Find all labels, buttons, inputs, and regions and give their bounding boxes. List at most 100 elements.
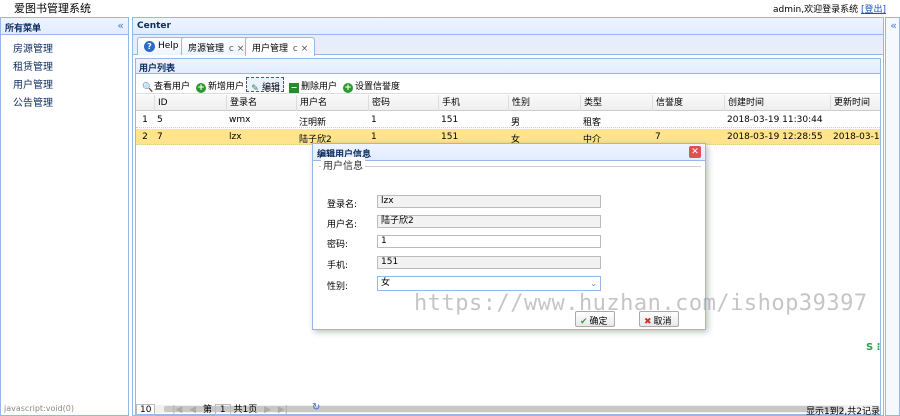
remove-icon: − <box>289 83 299 93</box>
add-user-button[interactable]: + 新增用户 <box>193 77 247 93</box>
sidebar: 所有菜单 « 房源管理 租赁管理 用户管理 公告管理 <box>0 17 129 416</box>
center-title: Center <box>137 21 171 31</box>
tab-users-label: 用户管理 <box>252 44 289 54</box>
first-page-icon[interactable]: |◀ <box>172 405 182 415</box>
col-phone[interactable]: 手机 <box>438 95 508 111</box>
tab-help-label: Help <box>158 41 179 51</box>
last-page-icon[interactable]: ▶| <box>278 405 288 415</box>
table-row[interactable]: 1 5 wmx 汪明新 1 151 男 租客 2018-03-19 11:30:… <box>136 112 880 128</box>
pencil-icon: ✎ <box>251 84 259 94</box>
row-number: 1 <box>142 115 148 125</box>
logout-link[interactable]: [登出] <box>861 5 886 15</box>
help-icon: ? <box>144 41 155 52</box>
name-label: 用户名: <box>327 220 358 230</box>
col-credit[interactable]: 信誉度 <box>652 95 724 111</box>
side-widget-icon[interactable]: S ⁝ <box>866 342 888 356</box>
user-list-title: 用户列表 <box>139 64 176 74</box>
cancel-label: 取消 <box>653 317 672 327</box>
add-icon: + <box>196 83 206 93</box>
close-icon[interactable]: ✕ <box>689 146 701 158</box>
watermark: https://www.huzhan.com/ishop39397 <box>414 291 868 316</box>
view-user-button[interactable]: 🔍查看用户 <box>139 77 193 93</box>
east-panel: « <box>885 17 900 416</box>
tab-users-close-icon[interactable]: c × <box>293 44 308 54</box>
sidebar-item-house[interactable]: 房源管理 <box>13 40 53 55</box>
pager-summary: 显示1到2,共2记录 <box>805 407 880 416</box>
tab-help[interactable]: ? Help <box>137 37 186 55</box>
col-sex[interactable]: 性别 <box>508 95 580 111</box>
remove-user-label: 删除用户 <box>301 82 338 92</box>
cell-sex: 男 <box>511 118 521 128</box>
col-name[interactable]: 用户名 <box>296 95 368 111</box>
welcome-text: admin,欢迎登录系统 <box>773 5 859 15</box>
set-credit-label: 设置信誉度 <box>355 82 401 92</box>
center-header: Center <box>133 18 883 35</box>
cell-credit: 7 <box>655 132 661 142</box>
name-field[interactable]: 陆子欣2 <box>377 215 601 228</box>
page-label: 第 <box>202 405 212 415</box>
collapse-left-icon[interactable]: « <box>117 19 124 32</box>
top-bar: 爱图书管理系统 admin,欢迎登录系统 [登出] <box>0 0 900 16</box>
cell-phone: 151 <box>441 115 459 125</box>
user-list-header: 用户列表 <box>136 59 880 74</box>
cell-password: 1 <box>371 132 377 142</box>
col-login[interactable]: 登录名 <box>226 95 296 111</box>
pager: 10 |◀ ◀ 第 1 共1页 ▶ ▶| <box>136 402 288 416</box>
col-created[interactable]: 创建时间 <box>724 95 830 111</box>
check-icon: ✔ <box>580 317 588 327</box>
cancel-icon: ✖ <box>644 317 652 327</box>
chevron-down-icon[interactable]: ⌄ <box>590 277 597 290</box>
set-credit-button[interactable]: + 设置信誉度 <box>340 77 403 93</box>
cell-name: 汪明新 <box>299 118 327 128</box>
phone-field[interactable]: 151 <box>377 256 601 269</box>
password-field[interactable]: 1 <box>377 235 601 248</box>
sex-select[interactable]: 女 ⌄ <box>377 276 601 291</box>
sex-label: 性别: <box>327 282 349 292</box>
grid-header: ID 登录名 用户名 密码 手机 性别 类型 信誉度 创建时间 更新时间 <box>136 95 880 111</box>
col-id[interactable]: ID <box>154 95 226 111</box>
welcome-area: admin,欢迎登录系统 [登出] <box>773 2 886 15</box>
tab-house-close-icon[interactable]: c × <box>229 44 244 54</box>
col-type[interactable]: 类型 <box>580 95 652 111</box>
sidebar-item-lease[interactable]: 租赁管理 <box>13 58 53 73</box>
next-page-icon[interactable]: ▶ <box>264 405 271 415</box>
cell-updated: 2018-03-19 <box>833 132 880 142</box>
sidebar-header: 所有菜单 « <box>1 18 128 35</box>
page-total: 共1页 <box>233 405 258 415</box>
remove-user-button[interactable]: − 删除用户 <box>286 77 340 93</box>
prev-page-icon[interactable]: ◀ <box>189 405 196 415</box>
sidebar-item-notice[interactable]: 公告管理 <box>13 94 53 109</box>
col-password[interactable]: 密码 <box>368 95 438 111</box>
toolbar: 🔍查看用户 + 新增用户 ✎ 编辑 − 删除用户 + 设置信誉度 <box>136 75 880 94</box>
view-user-label: 查看用户 <box>154 82 191 92</box>
col-updated[interactable]: 更新时间 <box>830 95 880 111</box>
phone-label: 手机: <box>327 261 349 271</box>
add-icon: + <box>343 83 353 93</box>
sidebar-title: 所有菜单 <box>5 24 42 34</box>
collapse-right-icon[interactable]: « <box>890 19 897 32</box>
sidebar-item-users[interactable]: 用户管理 <box>13 76 53 91</box>
page-input[interactable]: 1 <box>214 404 231 416</box>
cell-created: 2018-03-19 11:30:44 <box>727 115 823 125</box>
login-label: 登录名: <box>327 200 358 210</box>
refresh-icon[interactable]: ↻ <box>312 402 320 413</box>
page-size-select[interactable]: 10 <box>136 404 156 416</box>
user-info-fieldset: 用户信息 登录名: lzx 用户名: 陆子欣2 密码: 1 手机: 151 性别… <box>319 157 701 306</box>
cell-created: 2018-03-19 12:28:55 <box>727 132 823 142</box>
edit-user-button[interactable]: ✎ 编辑 <box>246 77 285 94</box>
cell-id: 7 <box>157 132 163 142</box>
fieldset-legend: 用户信息 <box>321 157 365 172</box>
cell-login: wmx <box>229 115 251 125</box>
tab-users[interactable]: 用户管理 c × <box>245 37 316 56</box>
sex-select-value: 女 <box>381 278 391 288</box>
login-field[interactable]: lzx <box>377 195 601 208</box>
row-number: 2 <box>142 132 148 142</box>
dialog-header[interactable]: 编辑用户信息 ✕ <box>313 144 705 161</box>
tab-house[interactable]: 房源管理 c × <box>181 37 252 55</box>
cell-type: 租客 <box>583 118 602 128</box>
search-icon: 🔍 <box>142 83 154 93</box>
edit-user-label: 编辑 <box>262 83 281 93</box>
cell-id: 5 <box>157 115 163 125</box>
password-label: 密码: <box>327 240 349 250</box>
status-bar-link: javascript:void(0) <box>4 404 75 413</box>
